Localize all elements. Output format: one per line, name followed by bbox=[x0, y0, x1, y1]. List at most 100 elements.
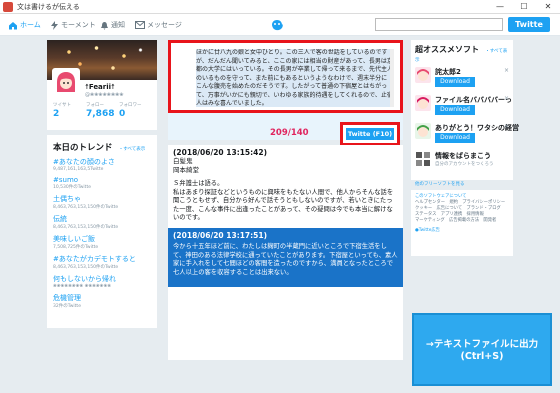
export-shortcut: (Ctrl+S) bbox=[460, 351, 504, 362]
search-input[interactable] bbox=[375, 18, 503, 31]
highlight-frame-tweet: Twitte (F10) bbox=[340, 122, 400, 146]
top-nav: ホーム モーメント 通知 メッセージ Twitte bbox=[0, 14, 560, 36]
trend-count: 9,487,161,163,5Twitte bbox=[53, 167, 104, 172]
trend-count: ❀❀❀❀❀❀❀❀ ❀❀❀❀❀❀❀ bbox=[53, 284, 111, 289]
trend-count: 32件のTwitte bbox=[53, 304, 81, 309]
rec-item: 詫太郎2 Download × bbox=[415, 67, 509, 91]
trends-header: 本日のトレンド ・すべて表示 bbox=[53, 141, 151, 153]
stat-label: フォロー bbox=[86, 103, 104, 108]
nav-notifications-label: 通知 bbox=[111, 21, 125, 29]
rec-name[interactable]: 情報をばらまこう bbox=[435, 151, 491, 161]
trend-name: #あなたの顔のよさ bbox=[53, 158, 115, 166]
export-text-file-button[interactable]: →テキストファイルに出力 (Ctrl+S) bbox=[412, 313, 552, 386]
app-character-icon bbox=[415, 95, 431, 111]
window-controls: — ☐ ✕ bbox=[488, 0, 560, 14]
recs-title: 超オススメソフト bbox=[415, 45, 479, 54]
compose-textarea[interactable]: ほかに廿八九の娘と女中ひとり。この三人で客の世話をしているのですが、だんだん聞い… bbox=[196, 49, 393, 107]
profile-name[interactable]: ☨Fearii☨ bbox=[85, 83, 115, 91]
trend-count: 8,463,763,153,150件のTwitte bbox=[53, 225, 119, 230]
trend-item[interactable]: 伝統 8,463,763,153,150件のTwitte bbox=[53, 214, 151, 230]
nav-notifications[interactable]: 通知 bbox=[100, 18, 125, 32]
nav-home[interactable]: ホーム bbox=[8, 18, 41, 32]
minimize-button[interactable]: — bbox=[488, 0, 512, 14]
trend-count: 10,530件のTwitte bbox=[53, 185, 91, 190]
export-label: →テキストファイルに出力 bbox=[425, 339, 539, 350]
trend-item[interactable]: 危機管理 32件のTwitte bbox=[53, 293, 151, 309]
stat-tweets[interactable]: ツイサト 2 bbox=[53, 102, 86, 119]
nav-moments-label: モーメント bbox=[61, 21, 96, 29]
timeline-entry-selected[interactable]: (2018/06/20 13:17:51) 今から十五年ほど前に、わたしは麹町の… bbox=[168, 228, 403, 287]
close-button[interactable]: ✕ bbox=[536, 0, 560, 14]
timeline: (2018/06/20 13:15:42) 白髪鬼 岡本綺堂 Ｓ弁護士は語る。 … bbox=[168, 145, 403, 360]
window-title: 文は書けるが伝える bbox=[17, 2, 80, 11]
recs-header: 超オススメソフト ・すべて表示 bbox=[415, 44, 509, 63]
recommendations-card: 超オススメソフト ・すべて表示 詫太郎2 Download × ファイル名バババ… bbox=[411, 40, 519, 187]
app-character-icon bbox=[415, 123, 431, 139]
avatar[interactable] bbox=[52, 68, 80, 96]
stat-label: ツイサト bbox=[53, 103, 71, 108]
trend-item[interactable]: #あなたがカデモトすると 8,463,763,153,150件のTwitte bbox=[53, 254, 151, 270]
stat-followers[interactable]: フォロワー 0 bbox=[119, 102, 152, 119]
rec-name[interactable]: 詫太郎2 bbox=[435, 67, 461, 77]
trend-item[interactable]: #sumo 10,530件のTwitte bbox=[53, 176, 151, 190]
close-icon[interactable]: × bbox=[504, 67, 509, 74]
trend-name: #sumo bbox=[53, 176, 79, 184]
trend-item[interactable]: 土偶ちゃ 8,463,763,153,150件のTwitte bbox=[53, 194, 151, 210]
close-icon[interactable]: × bbox=[504, 95, 509, 102]
nav-messages[interactable]: メッセージ bbox=[135, 18, 182, 32]
envelope-icon bbox=[135, 21, 145, 29]
compose-scrollbar[interactable] bbox=[390, 49, 394, 107]
trend-count: 8,463,763,153,150件のTwitte bbox=[53, 205, 119, 210]
trend-name: 土偶ちゃ bbox=[53, 195, 81, 203]
stat-following[interactable]: フォロー 7,868 bbox=[86, 102, 119, 119]
trend-item[interactable]: #あなたの顔のよさ 9,487,161,163,5Twitte bbox=[53, 157, 151, 172]
trend-name: 美味しいご飯 bbox=[53, 235, 95, 243]
entry-body: Ｓ弁護士は語る。 私はあまり探証などというものに興味をもたない人間で、他人からそ… bbox=[173, 180, 394, 221]
compose-area: ほかに廿八九の娘と女中ひとり。この三人で客の世話をしているのですが、だんだん聞い… bbox=[168, 40, 403, 146]
trend-count: 7,508,725件のTwitte bbox=[53, 245, 99, 250]
close-icon[interactable]: × bbox=[504, 123, 509, 130]
trend-item[interactable]: 何もしないから帰れ ❀❀❀❀❀❀❀❀ ❀❀❀❀❀❀❀ bbox=[53, 274, 151, 289]
app-character-icon bbox=[415, 67, 431, 83]
bell-icon bbox=[101, 21, 108, 30]
nav-home-label: ホーム bbox=[20, 21, 41, 29]
info-grid-icon bbox=[415, 151, 431, 167]
trends-show-all-link[interactable]: ・すべて表示 bbox=[119, 147, 146, 152]
highlight-frame-editor: ほかに廿八九の娘と女中ひとり。この三人で客の世話をしているのですが、だんだん聞い… bbox=[168, 40, 403, 113]
footer-links: このソフトウェアについて ヘルプセンター 規約 プライバシーポリシー クッキー … bbox=[411, 190, 513, 256]
nav-moments[interactable]: モーメント bbox=[50, 18, 96, 32]
download-button[interactable]: Download bbox=[435, 77, 475, 87]
entry-author: 岡本綺堂 bbox=[173, 165, 199, 174]
nav-messages-label: メッセージ bbox=[147, 21, 182, 29]
char-counter: 209/140 bbox=[270, 128, 309, 138]
home-icon bbox=[9, 21, 17, 29]
lightning-icon bbox=[51, 20, 58, 30]
footer-ad-link[interactable]: ●Twitte広告 bbox=[415, 228, 509, 234]
recs-more-link[interactable]: 他のフリーソフトを見る bbox=[415, 181, 509, 187]
bird-logo-icon bbox=[272, 20, 283, 31]
trend-count: 8,463,763,153,150件のTwitte bbox=[53, 265, 119, 270]
rec-item: ありがとう！ワタシの経営 Download × bbox=[415, 123, 519, 147]
timeline-entry[interactable]: (2018/06/20 13:15:42) 白髪鬼 岡本綺堂 Ｓ弁護士は語る。 … bbox=[168, 145, 403, 227]
maximize-button[interactable]: ☐ bbox=[512, 0, 536, 14]
entry-body: 今から十五年ほど前に、わたしは麹町の半蔵門に近いところで下宿生活をして、神田のあ… bbox=[173, 243, 398, 276]
trends-card: 本日のトレンド ・すべて表示 #あなたの顔のよさ 9,487,161,163,5T… bbox=[47, 135, 157, 328]
download-button[interactable]: Download bbox=[435, 105, 475, 115]
trend-name: 何もしないから帰れ bbox=[53, 275, 116, 283]
profile-handle: @❀❀❀❀❀❀❀❀ bbox=[85, 92, 124, 98]
window-titlebar: 文は書けるが伝える — ☐ ✕ bbox=[0, 0, 560, 14]
profile-card: ☨Fearii☨ @❀❀❀❀❀❀❀❀ ツイサト 2 フォロー 7,868 フォロ… bbox=[47, 40, 157, 130]
stat-value: 0 bbox=[119, 109, 126, 119]
stat-value: 7,868 bbox=[86, 109, 115, 119]
rec-info-item: 情報をばらまこう 自分のアカウントをつくろう bbox=[415, 151, 509, 175]
stat-label: フォロワー bbox=[119, 103, 142, 108]
entry-title: 白髪鬼 bbox=[173, 157, 193, 165]
footer-link-row[interactable]: マーケティング 広告掲載の方法 開発者 bbox=[415, 218, 509, 224]
rec-name[interactable]: ファイル名ババババーっ bbox=[435, 95, 512, 105]
download-button[interactable]: Download bbox=[435, 133, 475, 143]
trend-item[interactable]: 美味しいご飯 7,508,725件のTwitte bbox=[53, 234, 151, 250]
profile-stats: ツイサト 2 フォロー 7,868 フォロワー 0 bbox=[53, 102, 152, 119]
tweet-button-top[interactable]: Twitte bbox=[508, 17, 550, 32]
stat-value: 2 bbox=[53, 109, 60, 119]
tweet-submit-button[interactable]: Twitte (F10) bbox=[346, 128, 394, 140]
